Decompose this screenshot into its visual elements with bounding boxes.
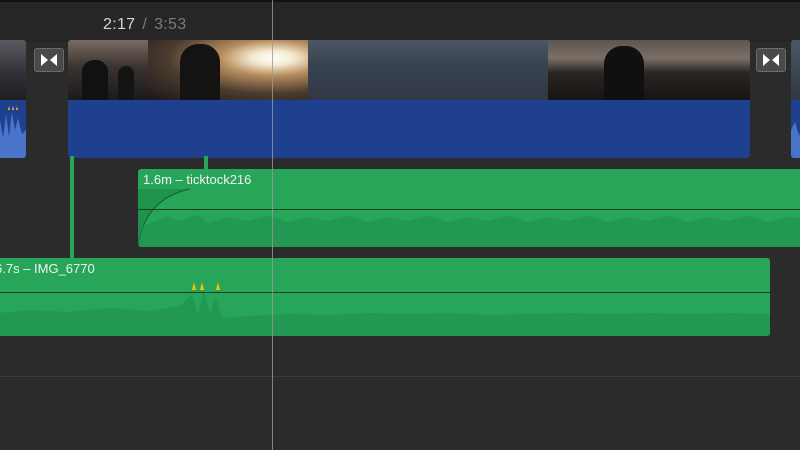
track-divider <box>0 376 800 377</box>
transition-icon <box>763 54 779 66</box>
total-duration: 3:53 <box>154 16 187 33</box>
playhead[interactable] <box>272 0 273 450</box>
peak-markers <box>192 282 220 290</box>
thumbnail-frame <box>308 40 548 100</box>
audio-clip-label: 6.7s – IMG_6770 <box>0 261 95 276</box>
transition-icon <box>41 54 57 66</box>
thumbnail-frame <box>0 40 26 100</box>
video-clip-main[interactable] <box>68 40 750 158</box>
clip-audio-waveform <box>0 106 26 158</box>
timecode-display: 2:17 / 3:53 <box>103 16 186 34</box>
clip-audio-waveform <box>791 122 800 158</box>
transition-button-left[interactable] <box>34 48 64 72</box>
thumbnail-frame <box>68 40 148 100</box>
current-time: 2:17 <box>103 16 136 33</box>
audio-clip-ticktock[interactable]: 1.6m – ticktock216 <box>138 169 800 247</box>
audio-clip-img6770[interactable]: 6.7s – IMG_6770 <box>0 258 770 336</box>
thumbnail-frame <box>148 40 308 100</box>
video-clip-left[interactable] <box>0 40 26 158</box>
transition-button-right[interactable] <box>756 48 786 72</box>
clip-thumbnails <box>68 40 750 100</box>
thumbnail-frame <box>548 40 750 100</box>
audio-connection-line <box>204 156 208 170</box>
thumbnail-frame <box>791 40 800 100</box>
audio-waveform <box>138 215 800 247</box>
clip-thumbnails <box>0 40 26 100</box>
clip-thumbnails <box>791 40 800 100</box>
video-clip-right[interactable] <box>791 40 800 158</box>
audio-connection-line <box>70 156 74 260</box>
timecode-separator: / <box>142 16 148 33</box>
audio-waveform <box>0 292 770 336</box>
timeline-header: 2:17 / 3:53 <box>0 0 800 42</box>
timeline[interactable]: 2:17 / 3:53 1.6m – ticktock216 6.7s – IMG_… <box>0 0 800 450</box>
